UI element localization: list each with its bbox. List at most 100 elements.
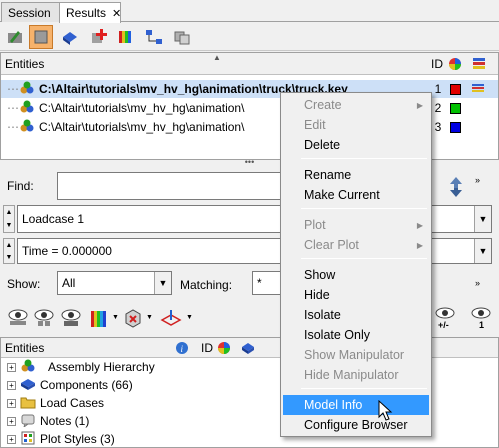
matching-input[interactable]: *	[252, 271, 282, 295]
tree-item-components[interactable]: + Components (66)	[1, 376, 133, 394]
menu-item-label: Show Manipulator	[304, 348, 405, 362]
tree-item-plot-styles[interactable]: + Plot Styles (3)	[1, 430, 115, 448]
eye-subset-icon[interactable]	[33, 308, 55, 331]
tree-item-label: Components (66)	[40, 378, 133, 392]
sort-arrow-icon: ▲	[213, 53, 221, 62]
menu-item-hide-manipulator[interactable]: Hide Manipulator	[283, 365, 429, 385]
matching-label: Matching:	[180, 278, 233, 292]
import-icon[interactable]	[4, 25, 28, 49]
chevron-down-icon[interactable]: ▼	[154, 272, 171, 294]
mouse-cursor-icon	[378, 399, 394, 425]
menu-item-show-manipulator[interactable]: Show Manipulator	[283, 345, 429, 365]
loadcase-stepper[interactable]: ▲ ▼	[3, 205, 15, 233]
color-wheel-icon[interactable]	[217, 341, 231, 358]
color-wheel-icon[interactable]	[448, 57, 462, 74]
menu-item-label: Create	[304, 98, 342, 112]
menu-item-label: Model Info	[304, 398, 363, 412]
sync-arrows-icon[interactable]	[447, 176, 465, 201]
id-column-header[interactable]: ID	[201, 341, 213, 355]
layers-icon[interactable]	[471, 56, 487, 75]
expand-icon[interactable]: +	[7, 434, 16, 444]
visibility-toolbar: ▼ ▼ ▼	[0, 304, 280, 334]
eye-isolate-icon[interactable]	[60, 308, 82, 331]
show-label: Show:	[7, 277, 41, 291]
page-icon[interactable]	[29, 25, 53, 49]
tab-bar: Session Results ✕	[0, 0, 499, 23]
tree-item-notes[interactable]: + Notes (1)	[1, 412, 89, 430]
id-column-header[interactable]: ID	[431, 57, 443, 71]
single-visibility-label: 1	[479, 320, 485, 330]
close-icon[interactable]: ✕	[112, 8, 121, 20]
assembly-icon	[20, 359, 36, 376]
model-id: 3	[434, 120, 442, 134]
menu-item-isolate[interactable]: Isolate	[283, 305, 429, 325]
component-icon[interactable]	[241, 341, 255, 358]
time-stepper[interactable]: ▲ ▼	[3, 238, 15, 264]
menu-item-plot[interactable]: Plot ▶	[283, 215, 429, 235]
add-component-icon[interactable]	[86, 25, 110, 49]
loadcase-value: Loadcase 1	[22, 212, 85, 226]
contour-icon[interactable]	[114, 25, 138, 49]
tree-item-assembly[interactable]: + Assembly Hierarchy	[1, 358, 155, 376]
menu-item-make-current[interactable]: Make Current	[283, 185, 429, 205]
chevron-down-icon[interactable]: ▼	[474, 206, 491, 232]
menu-item-hide[interactable]: Hide	[283, 285, 429, 305]
menu-item-label: Make Current	[304, 188, 380, 202]
entities-header[interactable]: Entities	[5, 341, 44, 355]
entities-header[interactable]: Entities	[5, 57, 44, 71]
menu-item-edit[interactable]: Edit	[283, 115, 429, 135]
component-icon[interactable]	[58, 25, 82, 49]
menu-item-show[interactable]: Show	[283, 265, 429, 285]
menu-item-label: Plot	[304, 218, 326, 232]
menu-item-label: Hide	[304, 288, 330, 302]
submenu-arrow-icon: ▶	[416, 240, 423, 250]
contour-legend-icon[interactable]	[90, 309, 108, 332]
chevron-down-icon[interactable]: ▼	[186, 314, 193, 321]
cube-stack-icon[interactable]	[170, 25, 194, 49]
menu-item-isolate-only[interactable]: Isolate Only	[283, 325, 429, 345]
model-icon	[19, 81, 35, 98]
menu-item-label: Delete	[304, 138, 341, 152]
chevron-down-icon[interactable]: ▼	[112, 314, 119, 321]
menu-item-model-info[interactable]: Model Info	[283, 395, 429, 415]
menu-item-configure-browser[interactable]: Configure Browser	[283, 415, 429, 435]
menu-item-clear-plot[interactable]: Clear Plot ▶	[283, 235, 429, 255]
tree-item-label: Plot Styles (3)	[40, 432, 115, 446]
expand-icon[interactable]: +	[7, 380, 16, 390]
tree-item-label: Assembly Hierarchy	[48, 360, 155, 374]
folder-icon	[20, 395, 36, 412]
tree-item-load-cases[interactable]: + Load Cases	[1, 394, 104, 412]
tab-results[interactable]: Results ✕	[59, 2, 121, 23]
cube-view-icon[interactable]	[122, 308, 144, 331]
menu-item-label: Isolate	[304, 308, 341, 322]
section-plane-icon[interactable]	[160, 308, 182, 331]
menu-item-label: Rename	[304, 168, 352, 182]
hierarchy-icon[interactable]	[142, 25, 166, 49]
tab-session[interactable]: Session	[1, 2, 60, 22]
layers-icon	[471, 82, 485, 97]
show-select[interactable]: All ▼	[57, 271, 172, 295]
chevron-down-icon[interactable]: ▼	[146, 314, 153, 321]
menu-item-create[interactable]: Create ▶	[283, 95, 429, 115]
model-color-swatch[interactable]	[450, 102, 461, 114]
time-value: Time = 0.000000	[22, 244, 112, 258]
menu-item-label: Hide Manipulator	[304, 368, 399, 382]
results-toolbar	[0, 23, 499, 51]
model-path: C:\Altair\tutorials\mv_hv_hg\animation\	[39, 120, 245, 134]
model-color-swatch[interactable]	[450, 83, 461, 95]
menu-item-rename[interactable]: Rename	[283, 165, 429, 185]
expand-icon[interactable]: +	[7, 398, 16, 408]
tree-line: ⋯	[7, 82, 19, 96]
menu-item-delete[interactable]: Delete	[283, 135, 429, 155]
chevron-down-icon[interactable]: ▼	[474, 239, 491, 263]
tree-line: ⋯	[7, 101, 19, 115]
expand-icon[interactable]: +	[7, 362, 16, 372]
model-color-swatch[interactable]	[450, 121, 461, 133]
toggle-visibility-label: +/-	[438, 320, 449, 330]
expand-icon[interactable]: +	[7, 416, 16, 426]
expand-chevron-icon[interactable]: »	[475, 278, 480, 288]
expand-chevron-icon[interactable]: »	[475, 175, 480, 185]
eye-icon[interactable]	[7, 308, 29, 329]
info-icon[interactable]: i	[175, 341, 189, 358]
plot-style-icon	[20, 431, 36, 448]
